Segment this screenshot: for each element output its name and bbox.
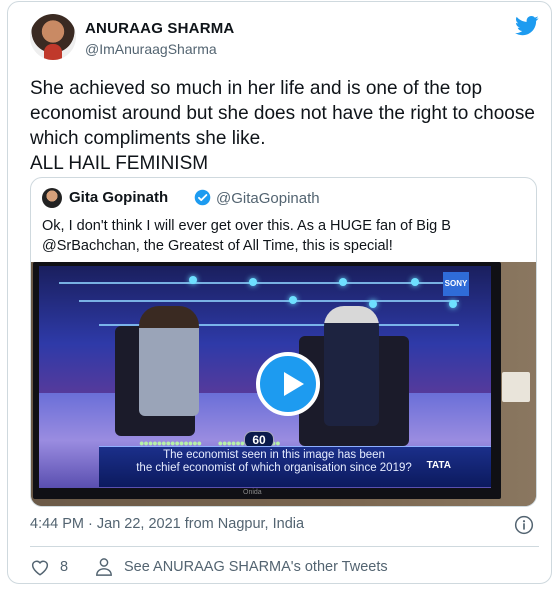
tweet-text: She achieved so much in her life and is …: [30, 76, 545, 176]
quoted-tweet-text: Ok, I don't think I will ever get over t…: [42, 216, 527, 256]
author-handle[interactable]: @ImAnuraagSharma: [85, 41, 217, 57]
quoted-author-handle[interactable]: @GitaGopinath: [216, 190, 320, 207]
author-name[interactable]: ANURAAG SHARMA: [85, 20, 234, 37]
host: [324, 306, 379, 426]
tweet-text-line: ALL HAIL FEMINISM: [30, 153, 209, 174]
play-triangle: [284, 372, 304, 396]
quoted-author-avatar[interactable]: [42, 188, 62, 208]
tweet-card[interactable]: ANURAAG SHARMA @ImAnuraagSharma She achi…: [7, 1, 552, 584]
channel-logo: SONY: [443, 272, 469, 296]
wall-switch: [502, 372, 530, 402]
heart-icon[interactable]: [30, 558, 50, 576]
divider: [30, 546, 539, 547]
tweet-text-line: She achieved so much in her life and is …: [30, 78, 483, 99]
stage-dot: [249, 278, 257, 286]
quoted-tweet[interactable]: Gita Gopinath @GitaGopinath Ok, I don't …: [30, 177, 537, 507]
quoted-author-name[interactable]: Gita Gopinath: [69, 189, 168, 206]
tweet-timestamp[interactable]: 4:44 PM · Jan 22, 2021 from Nagpur, Indi…: [30, 516, 304, 532]
stage-dot: [449, 300, 457, 308]
stage-dot: [411, 278, 419, 286]
stage-dot: [289, 296, 297, 304]
author-avatar[interactable]: [30, 14, 76, 60]
tv-brand: Onida: [243, 489, 262, 496]
question-line: the chief economist of which organisatio…: [136, 462, 412, 474]
see-other-tweets-link[interactable]: See ANURAAG SHARMA's other Tweets: [124, 559, 388, 575]
tweet-text-line: economist around but she does not have t…: [30, 103, 535, 124]
verified-badge-icon: [194, 189, 211, 206]
contestant: [139, 306, 199, 416]
like-count[interactable]: 8: [60, 559, 68, 575]
video-player[interactable]: SONY ●●●●●●●●●●●●●● ●●●●●●●●●●●●●● 60 Th…: [31, 262, 536, 506]
sponsor-logo: TATA: [426, 460, 451, 471]
stage-dot: [339, 278, 347, 286]
twitter-bird-icon[interactable]: [515, 16, 539, 36]
tweet-text-line: which compliments she like.: [30, 128, 266, 149]
quoted-text-line: Ok, I don't think I will ever get over t…: [42, 218, 451, 234]
stage-light: [59, 282, 459, 284]
play-icon[interactable]: [256, 352, 320, 416]
person-icon[interactable]: [95, 557, 113, 577]
stage-dot: [189, 276, 197, 284]
quoted-text-line: @SrBachchan, the Greatest of All Time, t…: [42, 238, 393, 254]
question-text: The economist seen in this image has bee…: [109, 449, 439, 475]
stage-light: [79, 300, 459, 302]
stage-dot: [369, 300, 377, 308]
question-line: The economist seen in this image has bee…: [163, 449, 385, 461]
info-icon[interactable]: [514, 515, 534, 535]
